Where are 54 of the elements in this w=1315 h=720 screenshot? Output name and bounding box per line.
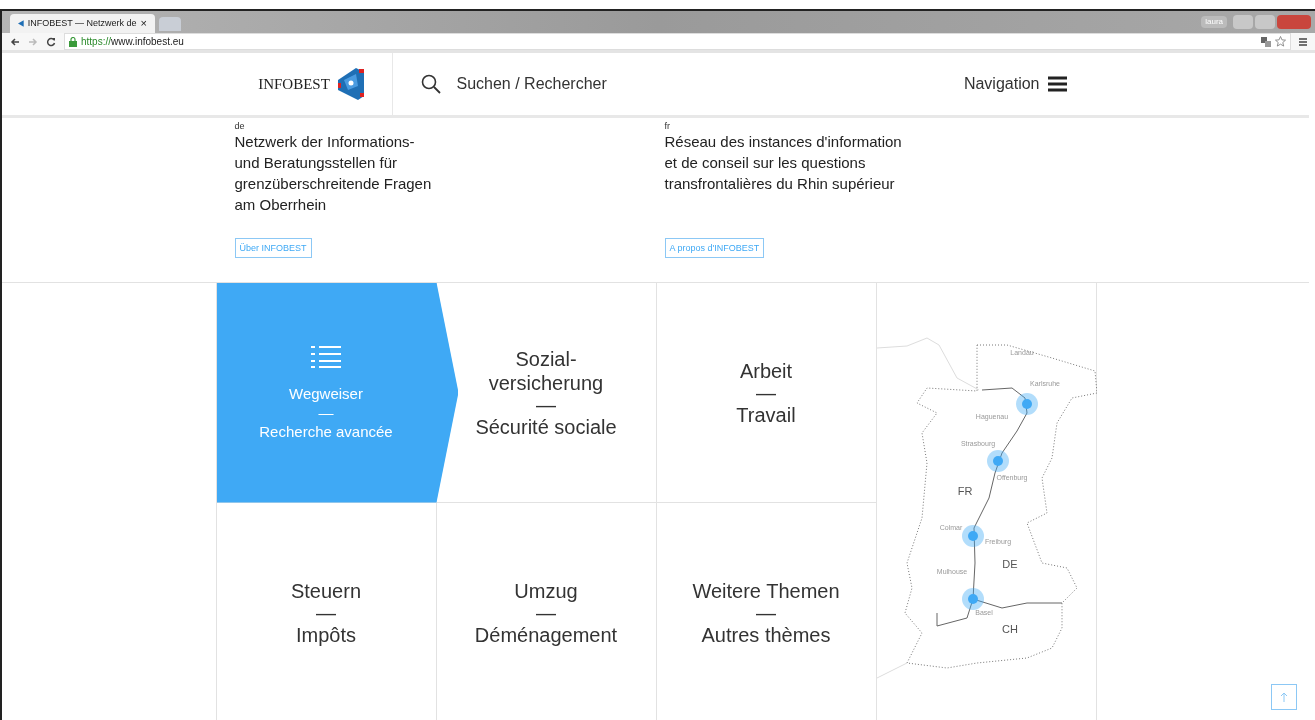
topic-german: Wegweiser	[289, 383, 363, 404]
navigation-button[interactable]: Navigation	[963, 72, 1067, 96]
translate-icon[interactable]	[1261, 36, 1271, 47]
tab-title: INFOBEST — Netzwerk de	[27, 16, 137, 30]
menu-icon[interactable]	[1299, 36, 1307, 47]
logo-text[interactable]: INFOBEST	[258, 72, 330, 96]
location-marker-icon	[961, 525, 984, 547]
topic-separator: —	[756, 382, 776, 403]
topic-french: Autres thèmes	[701, 622, 831, 647]
country-label: FR	[957, 485, 972, 497]
intro-text: Netzwerk der Informations- und Beratungsstellen für grenzüberschreitende Fragen am Oberrhein	[234, 132, 433, 215]
lock-icon	[69, 36, 77, 47]
topic-german: Arbeit	[739, 358, 793, 383]
topic-french: Recherche avancée	[259, 421, 393, 442]
topic-separator: —	[536, 394, 556, 415]
forward-icon[interactable]	[28, 36, 38, 47]
back-icon[interactable]	[10, 36, 20, 47]
topic-separator: —	[756, 602, 776, 623]
favicon-icon	[18, 19, 24, 28]
topic-french: Sécurité sociale	[475, 414, 617, 439]
address-bar[interactable]: https://www.infobest.eu	[64, 33, 1291, 50]
topic-german: Weitere Themen	[692, 578, 840, 603]
topic-french: Déménagement	[474, 622, 618, 647]
location-marker-icon	[986, 450, 1009, 472]
topic-separator: —	[318, 403, 334, 422]
list-icon	[311, 343, 341, 368]
maximize-button[interactable]	[1255, 15, 1275, 29]
topic-german: Steuern	[290, 578, 362, 603]
language-code: fr	[664, 121, 671, 131]
country-label: DE	[1001, 558, 1018, 570]
location-marker-icon	[961, 588, 984, 610]
topic-french: Impôts	[296, 622, 356, 647]
country-label: CH	[1001, 623, 1018, 635]
star-icon[interactable]	[1275, 36, 1286, 47]
url-text: https://www.infobest.eu	[81, 35, 185, 49]
minimize-button[interactable]	[1233, 15, 1253, 29]
new-tab-button[interactable]	[159, 17, 181, 31]
tab-close-button[interactable]: ×	[140, 18, 147, 29]
topic-separator: —	[536, 602, 556, 623]
search-icon	[420, 74, 441, 94]
intro-text: Réseau des instances d'information et de conseil sur les questions transfrontalières du Rhin supérieur	[664, 132, 903, 194]
topic-separator: —	[316, 602, 336, 623]
scroll-top-button[interactable]	[1271, 684, 1297, 710]
browser-tab[interactable]: INFOBEST — Netzwerk de ×	[10, 14, 155, 33]
topic-french: Travail	[736, 402, 796, 427]
arrow-up-icon	[1280, 692, 1288, 702]
reload-icon[interactable]	[46, 36, 56, 47]
topic-german: Umzug	[514, 578, 578, 603]
search-button[interactable]: Suchen / Rechercher	[420, 72, 607, 96]
location-marker-icon	[1015, 393, 1038, 415]
close-button[interactable]	[1277, 15, 1311, 29]
topic-german: Sozial- versicherung	[488, 346, 604, 395]
language-code: de	[234, 121, 246, 131]
menu-icon	[1047, 76, 1067, 92]
